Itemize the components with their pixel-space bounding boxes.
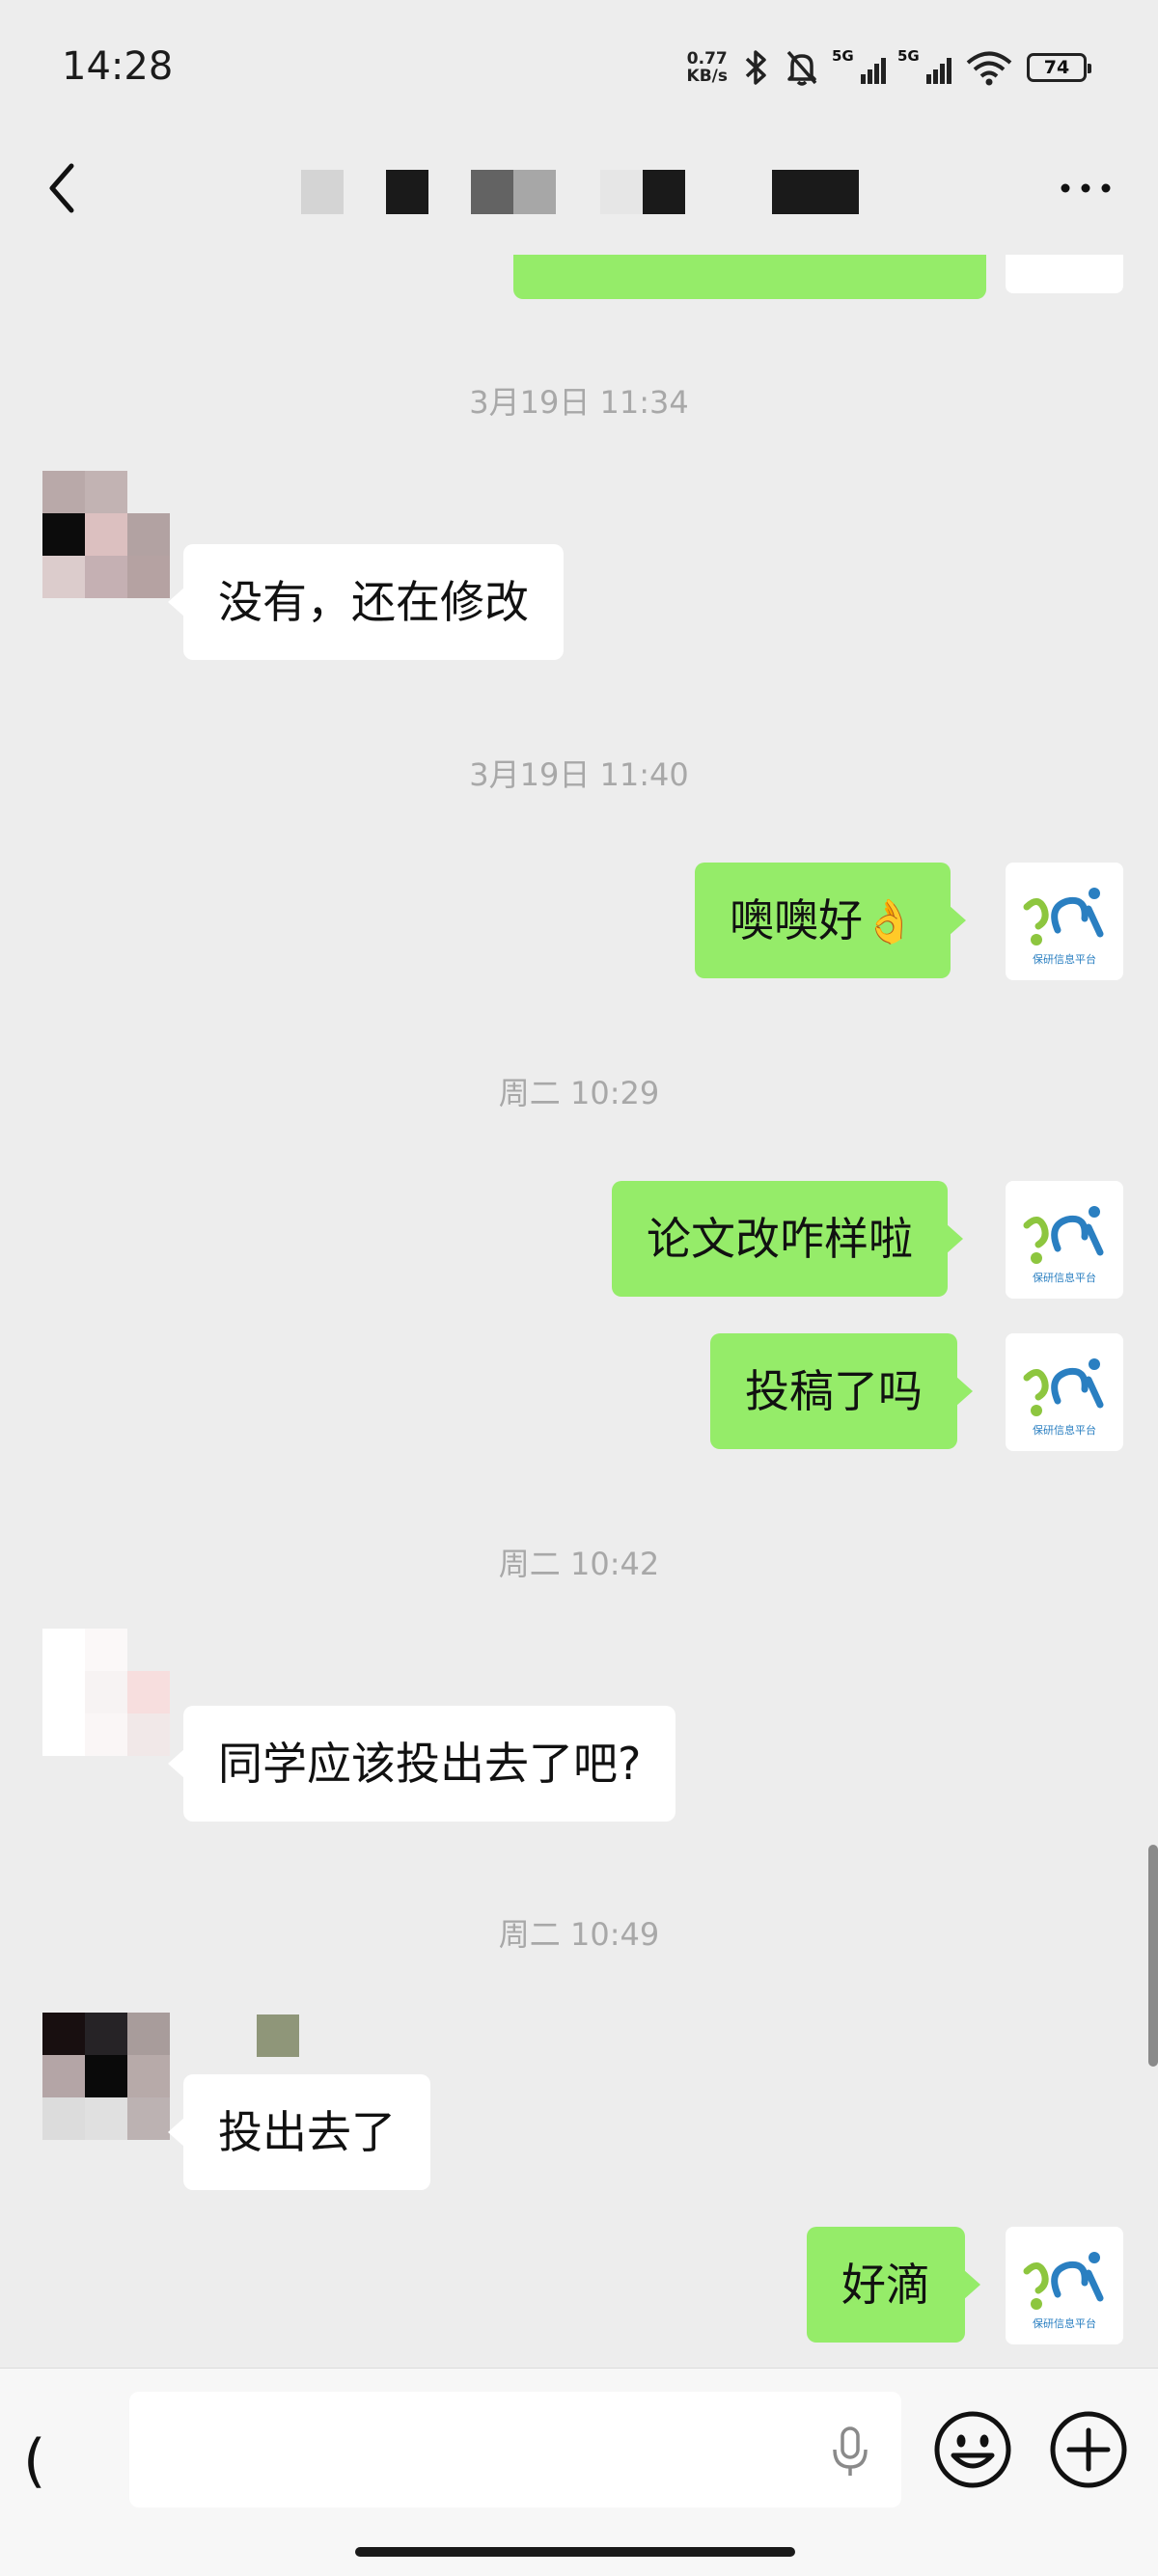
message-text: 没有，还在修改 <box>218 576 529 628</box>
signal-icon-sim2: 5G <box>897 47 951 84</box>
message-input[interactable] <box>129 2392 901 2507</box>
network-speed-value: 0.77 <box>686 49 728 69</box>
outgoing-message[interactable]: 投稿了吗 <box>710 1333 973 1449</box>
contact-avatar[interactable] <box>42 2013 170 2140</box>
my-avatar[interactable]: 保研信息平台 <box>1006 2227 1123 2344</box>
ok-hand-emoji: 👌 <box>863 897 916 946</box>
message-text: 论文改咋样啦 <box>647 1213 913 1265</box>
mute-bell-icon <box>786 50 817 86</box>
avatar-caption: 保研信息平台 <box>1033 952 1096 966</box>
message-text: 投稿了吗 <box>745 1365 923 1417</box>
scrollbar[interactable] <box>1148 1845 1158 2067</box>
incoming-message[interactable]: 同学应该投出去了吧? <box>167 1706 676 1822</box>
message-text: 好滴 <box>841 2259 930 2311</box>
outgoing-message[interactable]: 噢噢好👌 <box>695 863 966 978</box>
contact-avatar[interactable] <box>42 471 170 598</box>
bluetooth-icon <box>745 50 766 85</box>
timestamp: 周二 10:29 <box>498 1075 660 1111</box>
microphone-icon[interactable] <box>828 2425 872 2479</box>
incoming-message[interactable]: 没有，还在修改 <box>168 544 564 660</box>
chat-header <box>0 135 1158 255</box>
sim1-5g-label: 5G <box>832 47 854 65</box>
timestamp: 周二 10:49 <box>498 1916 660 1953</box>
status-time: 14:28 <box>62 44 174 89</box>
my-avatar[interactable]: 保研信息平台 <box>1006 1181 1123 1299</box>
timestamp: 3月19日 11:40 <box>469 756 689 793</box>
avatar-caption: 保研信息平台 <box>1033 2316 1096 2330</box>
my-avatar[interactable]: 保研信息平台 <box>1006 863 1123 980</box>
avatar-caption: 保研信息平台 <box>1033 1423 1096 1437</box>
home-indicator[interactable] <box>355 2547 795 2557</box>
status-bar: 14:28 0.77 KB/s 5G 5G 74 <box>0 0 1158 135</box>
outgoing-message[interactable]: 好滴 <box>807 2227 980 2343</box>
wifi-icon <box>966 51 1012 86</box>
avatar-caption: 保研信息平台 <box>1033 1271 1096 1284</box>
timestamp: 周二 10:42 <box>498 1546 660 1582</box>
message-text: 噢噢好 <box>730 894 863 946</box>
incoming-message[interactable]: 投出去了 <box>168 2074 430 2190</box>
timestamp: 3月19日 11:34 <box>469 384 689 421</box>
my-avatar[interactable]: 保研信息平台 <box>1006 1333 1123 1451</box>
partial-outgoing-bubble[interactable] <box>513 255 986 299</box>
chat-title-redacted <box>0 135 1158 255</box>
input-bar: ( <box>0 2368 1158 2576</box>
more-options-button[interactable] <box>1052 164 1119 212</box>
signal-icon-sim1: 5G <box>832 47 886 84</box>
network-speed-unit: KB/s <box>686 67 728 86</box>
status-icons: 0.77 KB/s 5G 5G 74 <box>687 46 1091 89</box>
battery-icon: 74 <box>1027 53 1091 82</box>
voice-toggle-button[interactable]: ( <box>23 2423 71 2500</box>
message-list[interactable]: 3月19日 11:34 没有，还在修改 3月19日 11:40 噢噢好👌 保研信… <box>0 255 1158 2368</box>
contact-avatar[interactable] <box>42 1629 170 1756</box>
network-speed: 0.77 KB/s <box>687 50 728 85</box>
emoji-button[interactable] <box>930 2407 1015 2492</box>
message-text: 同学应该投出去了吧? <box>218 1738 642 1790</box>
partial-my-avatar[interactable] <box>1006 255 1123 293</box>
message-text: 投出去了 <box>218 2106 396 2158</box>
redacted-block <box>257 2014 299 2057</box>
sim2-5g-label: 5G <box>897 47 920 65</box>
outgoing-message[interactable]: 论文改咋样啦 <box>612 1181 963 1297</box>
more-functions-button[interactable] <box>1046 2407 1131 2492</box>
